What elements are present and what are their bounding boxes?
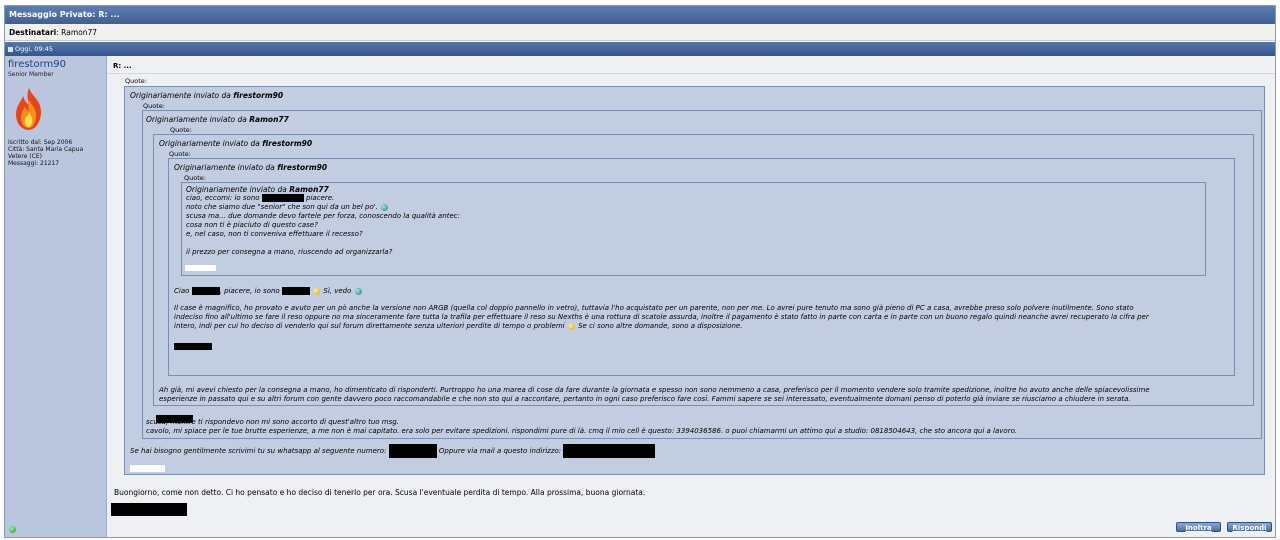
quote-header-2: Originariamente inviato da Ramon77: [146, 115, 289, 124]
message-body: R: ... Quote: Originariamente inviato da…: [107, 56, 1275, 537]
smile-icon: [381, 203, 389, 211]
window-title: Messaggio Privato: R: ...: [5, 6, 1275, 24]
quote-4-text: Ciao , piacere, io sono Sì, vedo Il case…: [174, 287, 1149, 330]
forward-button[interactable]: Inoltra: [1176, 522, 1221, 532]
quote-label: Quote:: [143, 102, 165, 110]
redacted-block: [388, 444, 437, 458]
quote-3-text: Ah già, mi avevi chiesto per la consegna…: [159, 386, 1150, 403]
quote-label: Quote:: [170, 126, 192, 134]
user-info: Iscritto dal: Sep 2006 Città: Santa Mari…: [8, 139, 84, 167]
redacted-block: [261, 194, 304, 202]
quote-label: Quote:: [169, 150, 191, 158]
smile-icon: [354, 287, 362, 295]
quote-header-3: Originariamente inviato da firestorm90: [159, 139, 313, 148]
quote-box-5: Originariamente inviato da Ramon77 ciao,…: [181, 182, 1206, 276]
quote-label: Quote:: [125, 77, 147, 85]
post-icon: [8, 46, 13, 52]
online-status-icon: [9, 526, 16, 533]
post-title: R: ...: [113, 62, 132, 70]
redacted-block: [281, 287, 310, 295]
recipients-value[interactable]: Ramon77: [61, 28, 97, 37]
quote-label: Quote:: [184, 174, 206, 182]
quote-box-2: Originariamente inviato da Ramon77 Quote…: [142, 110, 1262, 439]
quote-box-1: Originariamente inviato da firestorm90 Q…: [124, 86, 1265, 475]
smile-icon: [567, 322, 575, 330]
quote-1-text: Se hai bisogno gentilmente scrivimi tu s…: [130, 444, 656, 458]
redacted-block: [191, 287, 220, 295]
user-rank: Senior Member: [8, 71, 54, 78]
quote-box-4: Originariamente inviato da firestorm90 Q…: [168, 158, 1235, 376]
redacted-block: [563, 444, 656, 458]
smile-icon: [313, 287, 321, 295]
quote-header-1: Originariamente inviato da firestorm90: [130, 91, 284, 100]
quote-5-text: ciao, eccomi: io sono piacere. noto che …: [186, 194, 461, 256]
quote-box-3: Originariamente inviato da firestorm90 Q…: [153, 134, 1254, 423]
redacted-white-block: [185, 265, 216, 271]
divider: [107, 73, 1275, 74]
quote-header-4: Originariamente inviato da firestorm90: [174, 163, 328, 172]
redacted-block: [111, 503, 187, 516]
reply-text: Buongiorno, come non detto. Ci ho pensat…: [114, 488, 646, 497]
reply-button[interactable]: Rispondi: [1227, 522, 1272, 532]
quote-header-5: Originariamente inviato da Ramon77: [186, 185, 329, 194]
redacted-block: [174, 343, 212, 350]
user-sidebar: firestorm90 Senior Member Iscritto dal: …: [5, 56, 107, 537]
private-message-window: Messaggio Privato: R: ... Destinatari: R…: [4, 5, 1276, 538]
post-date-bar: Oggi, 09:45: [5, 42, 1275, 56]
post-date: Oggi, 09:45: [15, 45, 54, 53]
username-link[interactable]: firestorm90: [8, 59, 66, 70]
quote-2-text: scusa, mentre ti rispondevo non mi sono …: [146, 418, 1018, 435]
flame-icon: [11, 86, 47, 134]
recipients-bar: Destinatari: Ramon77: [5, 24, 1275, 41]
redacted-white-block: [130, 465, 165, 472]
recipients-label: Destinatari: [9, 28, 57, 37]
